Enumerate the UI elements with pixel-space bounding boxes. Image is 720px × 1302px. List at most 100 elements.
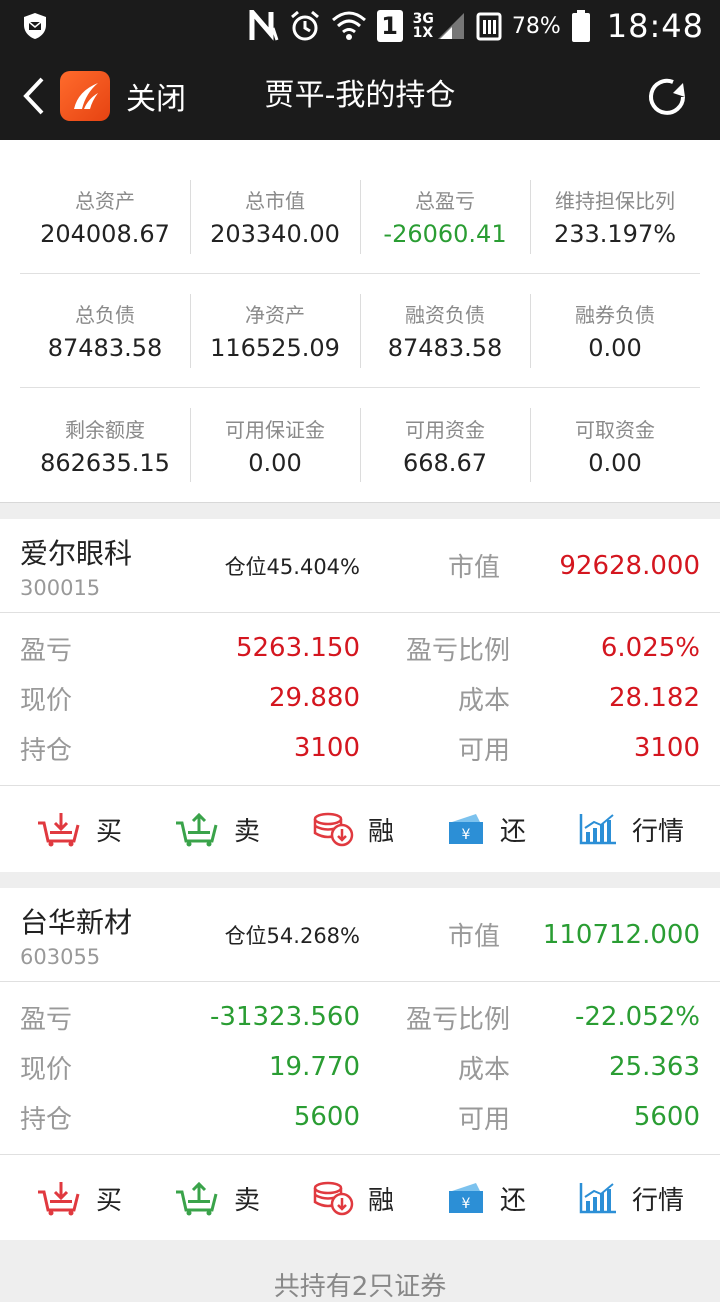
position-ratio: 仓位54.268% [224,923,360,948]
holding-details: 盈亏 -31323.560 盈亏比例 -22.052% 现价 19.770 成本… [0,982,720,1155]
money-envelope-icon: ¥ [448,814,483,844]
holdings-count-text: 共持有2只证券 [273,1272,447,1302]
margin-label: 融 [367,816,394,847]
buy-button[interactable]: 买 [36,1180,122,1217]
cart-buy-icon [37,813,80,847]
holding-value: 5600 [293,1102,360,1132]
summary-row: 总资产 204008.67 总市值 203340.00 总盈亏 -26060.4… [20,160,700,274]
summary-label: 总资产 [75,189,135,213]
available-label: 可用 [457,1104,510,1135]
svg-text:¥: ¥ [462,827,471,843]
holdings-footer: 共持有2只证券 [0,1240,720,1302]
stock-code: 300015 [20,575,101,600]
wifi-icon [331,10,367,42]
summary-available-funds: 可用资金 668.67 [360,408,530,482]
close-button[interactable]: 关闭 [126,74,186,118]
quote-button[interactable]: 行情 [578,1180,684,1217]
market-value: 92628.000 [559,550,700,581]
page-title: 贾平-我的持仓 [264,78,456,113]
summary-value: 233.197% [553,220,677,248]
sell-button[interactable]: 卖 [174,811,260,848]
stock-code: 603055 [20,944,101,969]
summary-total-assets: 总资产 204008.67 [20,180,190,254]
summary-remaining-quota: 剩余额度 862635.15 [20,408,190,482]
status-bar: 1 3G 1X 78% 18:48 [0,0,720,52]
summary-label: 剩余额度 [65,417,145,442]
app-logo [60,71,110,121]
chart-icon [579,814,616,845]
summary-value: 203340.00 [210,220,340,248]
shield-mail-icon [22,12,48,40]
cost-value: 25.363 [609,1052,700,1082]
pnl-ratio-label: 盈亏比例 [405,635,510,666]
cart-sell-icon [175,1181,218,1216]
sim-slot-number: 1 [381,12,398,40]
summary-value: 862635.15 [40,448,170,477]
back-button[interactable] [12,52,56,140]
summary-value: 87483.58 [387,334,503,362]
holding-header[interactable]: 爱尔眼科 300015 仓位45.404% 市值 92628.000 [0,519,720,613]
refresh-icon [649,78,685,115]
summary-value: 0.00 [588,448,642,477]
coins-icon [313,1181,354,1216]
summary-available-margin: 可用保证金 0.00 [190,408,360,482]
pnl-ratio-value: -22.052% [574,1002,700,1032]
summary-maintenance-ratio: 维持担保比列 233.197% [530,179,700,254]
nfc-icon [249,10,279,42]
summary-value: -26060.41 [383,220,507,248]
network-type: 3G 1X [412,11,434,41]
battery-icon [571,9,591,43]
margin-label: 融 [367,1185,394,1216]
cart-sell-icon [175,812,218,847]
summary-total-pnl: 总盈亏 -26060.41 [360,179,530,254]
price-label: 现价 [20,685,73,716]
refresh-button[interactable] [642,72,692,122]
repay-button[interactable]: ¥ 还 [446,1180,526,1217]
buy-label: 买 [95,816,122,847]
quote-button[interactable]: 行情 [578,811,684,848]
svg-text:¥: ¥ [462,1196,471,1212]
quote-label: 行情 [631,816,684,847]
price-value: 29.880 [269,683,360,713]
summary-label: 可用保证金 [225,417,325,442]
price-value: 19.770 [269,1052,360,1082]
summary-label: 融资负债 [405,303,485,327]
summary-total-liabilities: 总负债 87483.58 [20,294,190,368]
chart-icon [579,1183,616,1214]
summary-label: 总市值 [245,189,305,213]
sim-card-icon: 1 [376,10,403,42]
summary-label: 净资产 [245,303,305,327]
clock: 18:48 [606,7,704,45]
holding-card: 台华新材 603055 仓位54.268% 市值 110712.000 盈亏 -… [0,888,720,1241]
summary-label: 总负债 [75,303,135,327]
market-value: 110712.000 [542,919,700,950]
available-value: 3100 [633,733,700,763]
holding-details: 盈亏 5263.150 盈亏比例 6.025% 现价 29.880 成本 28.… [0,613,720,786]
chevron-left-icon [23,77,44,115]
buy-label: 买 [95,1185,122,1216]
repay-button[interactable]: ¥ 还 [446,811,526,848]
sell-label: 卖 [233,1185,260,1216]
holding-actions: 买 卖 融 ¥ 还 行情 [0,786,720,872]
summary-total-market-value: 总市值 203340.00 [190,179,360,254]
pnl-ratio-value: 6.025% [600,633,700,663]
holding-header[interactable]: 台华新材 603055 仓位54.268% 市值 110712.000 [0,888,720,982]
buy-button[interactable]: 买 [36,811,122,848]
margin-button[interactable]: 融 [312,811,394,848]
available-label: 可用 [457,735,510,766]
market-value-label: 市值 [447,553,500,583]
summary-short-debt: 融券负债 0.00 [530,293,700,368]
money-envelope-icon: ¥ [448,1183,483,1213]
margin-button[interactable]: 融 [312,1180,394,1217]
alarm-icon [289,10,321,42]
pnl-label: 盈亏 [20,1004,73,1035]
summary-label: 可用资金 [405,417,485,442]
holding-card: 爱尔眼科 300015 仓位45.404% 市值 92628.000 盈亏 52… [0,519,720,872]
price-label: 现价 [20,1054,73,1085]
sell-button[interactable]: 卖 [174,1180,260,1217]
coins-icon [313,812,354,847]
summary-net-assets: 净资产 116525.09 [190,293,360,368]
summary-row: 总负债 87483.58 净资产 116525.09 融资负债 87483.58… [20,274,700,388]
summary-value: 0.00 [588,334,642,362]
available-value: 5600 [633,1102,700,1132]
